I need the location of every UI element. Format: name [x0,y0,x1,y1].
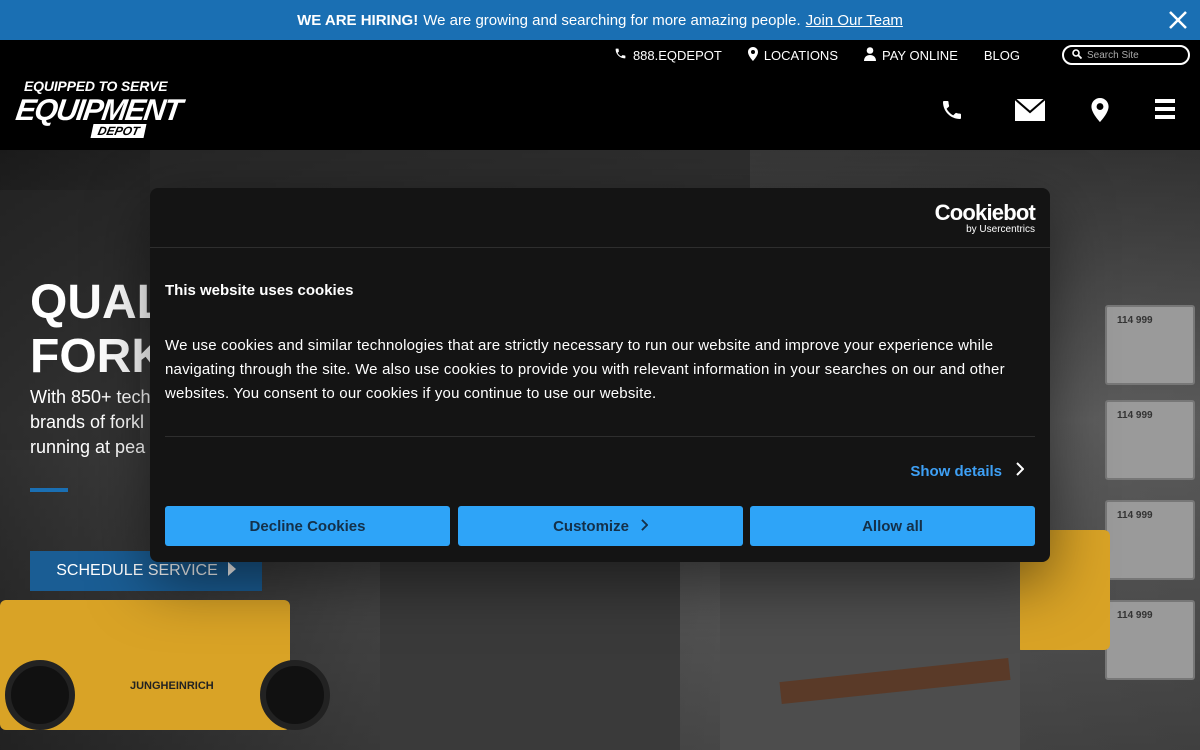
hiring-banner: WE ARE HIRING! We are growing and search… [0,0,1200,40]
close-icon[interactable] [1166,8,1190,32]
cookie-consent-dialog: Cookiebot by Usercentrics This website u… [150,188,1050,562]
hero-text-line: With 850+ tech [30,387,151,407]
hero-crate: 114 999 [1105,500,1195,580]
utility-phone-link[interactable]: 888.EQDEPOT [614,46,722,64]
cookie-dialog-title: This website uses cookies [165,282,354,299]
phone-icon [614,47,627,63]
hero-title-line: FORK [30,330,166,383]
crate-label: 114 999 [1117,510,1153,521]
decline-label: Decline Cookies [249,517,366,535]
customize-button[interactable]: Customize [458,506,743,546]
hero-crate: 114 999 [1105,400,1195,480]
decline-cookies-button[interactable]: Decline Cookies [165,506,450,546]
utility-blog-label: BLOG [983,47,1020,63]
equipment-depot-logo[interactable]: EQUIPPED TO SERVE EQUIPMENT DEPOT [13,78,186,142]
hero-forklift-wheel [5,660,75,730]
utility-locations-link[interactable]: LOCATIONS [747,46,838,64]
schedule-service-label: SCHEDULE SERVICE [56,562,218,579]
cookie-divider [165,436,1035,437]
location-pin-icon [747,46,758,64]
allow-all-label: Allow all [862,517,923,535]
menu-icon[interactable] [1155,98,1175,125]
hero-accent-bar [30,488,68,492]
hero-title-line: QUAL [30,276,166,329]
cookiebot-brand-sub: by Usercentrics [966,224,1035,235]
logo-sub-text: DEPOT [90,124,147,138]
logo-tagline: EQUIPPED TO SERVE [24,78,168,94]
cookiebot-logo: Cookiebot by Usercentrics [934,200,1036,236]
crate-label: 114 999 [1117,610,1153,621]
cookie-buttons: Decline Cookies Customize Allow all [165,506,1035,546]
forklift-brand: JUNGHEINRICH [130,680,214,692]
phone-icon[interactable] [940,98,964,127]
hero-shelving [150,150,750,190]
utility-phone-label: 888.EQDEPOT [632,47,722,63]
utility-blog-link[interactable]: BLOG [984,46,1020,64]
utility-locations-label: LOCATIONS [763,47,838,63]
customize-label: Customize [553,517,629,535]
cookie-dialog-header: Cookiebot by Usercentrics [150,188,1050,248]
location-pin-icon[interactable] [1091,98,1109,127]
caret-right-icon [227,561,236,581]
user-icon [864,46,876,64]
hero-text-line: running at pea [30,437,146,457]
utility-pay-label: PAY ONLINE [882,47,958,63]
hiring-banner-text: We are growing and searching for more am… [423,11,801,29]
search-box [1062,45,1190,65]
crate-label: 114 999 [1117,410,1153,421]
hiring-banner-bold: WE ARE HIRING! [297,11,419,29]
logo-main-text: EQUIPMENT [13,94,184,127]
envelope-icon[interactable] [1014,98,1046,127]
allow-all-button[interactable]: Allow all [750,506,1035,546]
site-header: 888.EQDEPOT LOCATIONS PAY ONLINE BLOG EQ… [0,40,1200,150]
header-icon-nav [940,98,1180,128]
crate-label: 114 999 [1117,315,1153,326]
show-details-label: Show details [910,462,1002,480]
hero-forklift-wheel [260,660,330,730]
cookiebot-brand: Cookiebot [934,200,1036,225]
search-input[interactable] [1087,49,1182,61]
hero-crate: 114 999 [1105,600,1195,680]
hero-title: QUAL FORK [30,276,166,384]
show-details-link[interactable]: Show details [910,462,1025,480]
chevron-right-icon [641,518,649,535]
cookie-dialog-body: We use cookies and similar technologies … [165,337,1005,402]
hero-crate: 114 999 [1105,305,1195,385]
chevron-right-icon [1016,462,1025,480]
search-icon [1072,46,1083,64]
hero-text-line: brands of forkl [30,412,145,432]
utility-nav: 888.EQDEPOT LOCATIONS PAY ONLINE BLOG [614,46,1020,64]
join-team-link[interactable]: Join Our Team [806,12,903,29]
utility-pay-link[interactable]: PAY ONLINE [864,46,958,64]
